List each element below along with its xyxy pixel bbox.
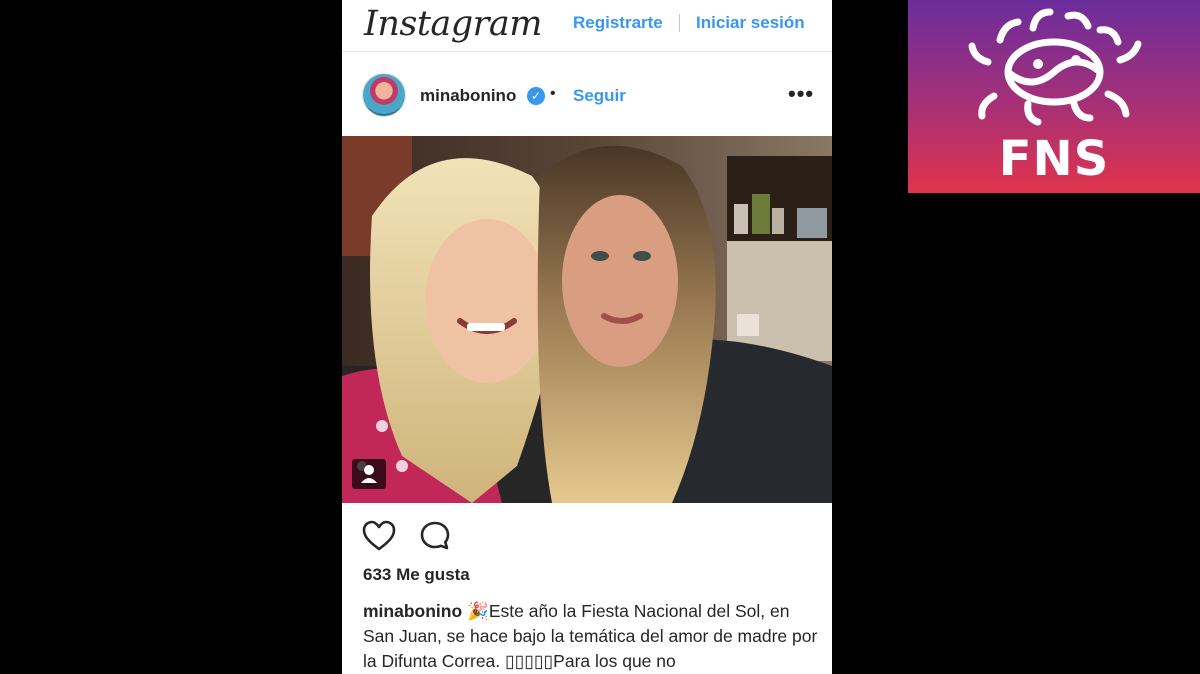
post-photo[interactable] [342, 136, 832, 503]
instagram-logo[interactable]: Instagram [364, 4, 542, 44]
follow-button[interactable]: Seguir [573, 86, 626, 106]
likes-count[interactable]: 633 Me gusta [363, 565, 470, 585]
post-actions [342, 503, 832, 563]
user-tag-icon[interactable] [352, 459, 386, 489]
comment-icon[interactable] [419, 520, 451, 552]
verified-badge-icon: ✓ [527, 87, 545, 105]
login-link[interactable]: Iniciar sesión [696, 13, 805, 33]
more-options-icon[interactable]: ••• [788, 81, 814, 107]
fns-logo-text: FNS [998, 131, 1110, 187]
post-header: minabonino ✓ • Seguir ••• [342, 52, 832, 136]
fns-logo-overlay: FNS [908, 0, 1200, 193]
top-bar: Instagram Registrarte Iniciar sesión [342, 0, 832, 52]
caption-username[interactable]: minabonino [363, 601, 462, 621]
selfie-photo [342, 136, 832, 503]
heart-icon[interactable] [362, 520, 396, 552]
avatar[interactable] [363, 74, 405, 116]
header-divider [679, 14, 680, 32]
post-username[interactable]: minabonino [420, 86, 516, 106]
caption-emoji: 🎉 [467, 601, 489, 621]
sun-logo-icon [968, 8, 1142, 126]
post-caption: minabonino 🎉Este año la Fiesta Nacional … [363, 599, 818, 674]
separator-dot: • [550, 85, 556, 102]
instagram-post-screen: Instagram Registrarte Iniciar sesión min… [342, 0, 832, 674]
register-link[interactable]: Registrarte [573, 13, 663, 33]
